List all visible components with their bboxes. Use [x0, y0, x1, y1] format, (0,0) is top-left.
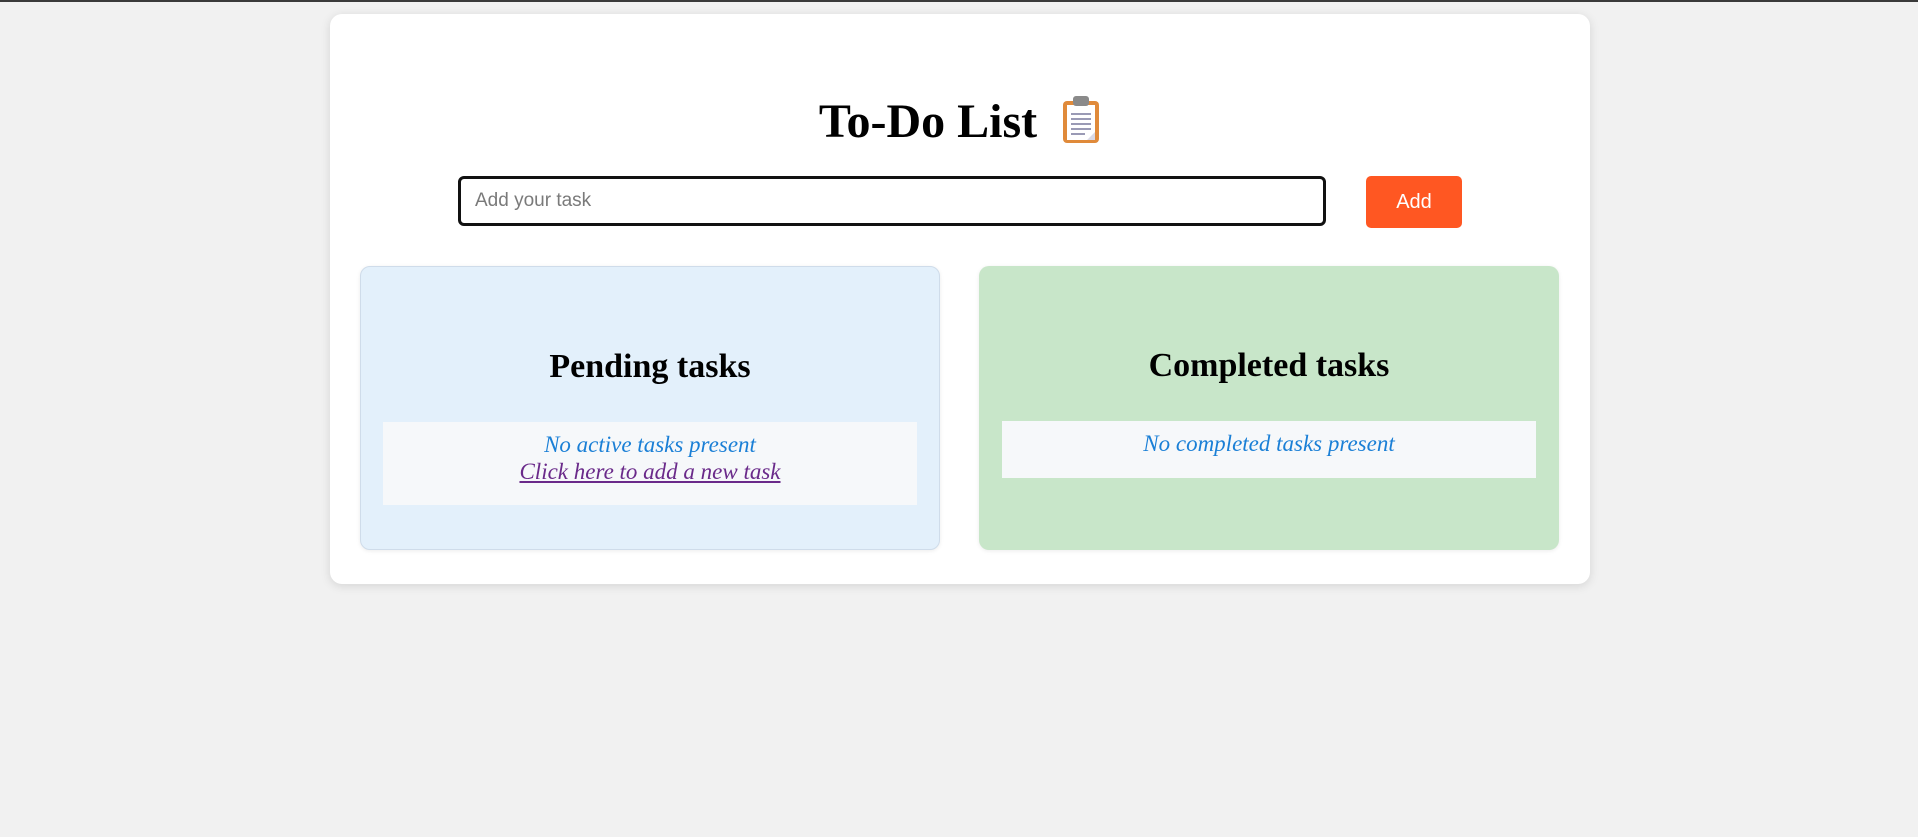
pending-empty-state: No active tasks present Click here to ad… [383, 422, 917, 505]
completed-empty-state: No completed tasks present [1002, 421, 1536, 478]
title-row: To-Do List [330, 94, 1590, 150]
completed-empty-text: No completed tasks present [1143, 431, 1395, 456]
add-new-task-link[interactable]: Click here to add a new task [393, 458, 907, 485]
completed-tasks-heading: Completed tasks [1148, 347, 1390, 384]
window-top-border [0, 0, 1918, 2]
page-title: To-Do List [818, 95, 1038, 148]
add-button[interactable]: Add [1366, 176, 1462, 228]
pending-tasks-heading: Pending tasks [549, 348, 751, 385]
todo-app-card: To-Do List Add Pending tasks No active t… [330, 14, 1590, 584]
pending-tasks-panel: Pending tasks No active tasks present Cl… [360, 266, 940, 550]
pending-empty-text: No active tasks present [544, 432, 756, 457]
add-task-row: Add [330, 176, 1590, 232]
clipboard-icon [1061, 95, 1101, 145]
completed-tasks-panel: Completed tasks No completed tasks prese… [979, 266, 1559, 550]
task-input[interactable] [458, 176, 1326, 226]
